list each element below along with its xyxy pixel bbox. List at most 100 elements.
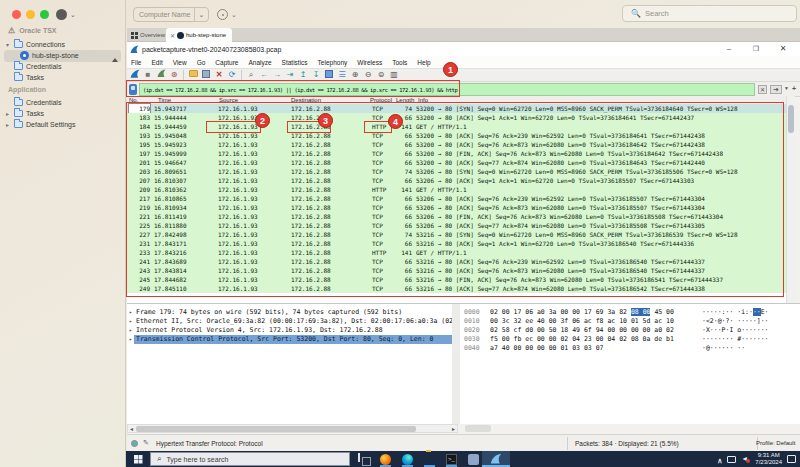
annotation-callout-2: 2 xyxy=(255,113,270,128)
first-packet-icon[interactable]: ↥ xyxy=(298,70,308,80)
detail-line[interactable]: ▸Ethernet II, Src: Oracle_69:3a:82 (00:0… xyxy=(127,317,452,326)
hex-ascii: ·····:·· ·i:···E· xyxy=(702,308,769,317)
status-profile[interactable]: Profile: Default xyxy=(756,440,795,446)
filter-dropdown-icon[interactable]: ▼ xyxy=(784,85,789,91)
back-icon[interactable]: ← xyxy=(259,70,269,80)
tray-expand-icon[interactable]: ∧ xyxy=(717,457,722,464)
sidebar-item-label: Tasks xyxy=(26,74,44,81)
sidebar: ⌄ ⚠ Oracle TSX ▾Connectionshub-step-ston… xyxy=(0,0,126,467)
goto-icon[interactable]: ⇥ xyxy=(285,70,295,80)
edge-icon[interactable] xyxy=(402,454,413,465)
zoom-reset-icon[interactable]: ⊜ xyxy=(376,70,386,80)
annotation-callout-1: 1 xyxy=(443,62,458,77)
expand-arrow-icon[interactable]: ▸ xyxy=(129,317,132,326)
resize-columns-icon[interactable]: ▥ xyxy=(389,70,399,80)
wireshark-taskbar-button[interactable] xyxy=(482,451,510,467)
chevron-right-icon[interactable]: ▸ xyxy=(6,110,11,117)
capture-options-icon[interactable]: ⊛ xyxy=(169,70,179,80)
sidebar-item-credentials[interactable]: Credentials xyxy=(2,97,124,108)
mac-close-button[interactable] xyxy=(12,10,21,19)
sidebar-item-default-settings[interactable]: ▸Default Settings xyxy=(2,119,124,130)
grid-icon[interactable] xyxy=(131,32,134,35)
colorize-icon[interactable]: ☰ xyxy=(337,70,347,80)
sidebar-item-tasks[interactable]: Tasks xyxy=(2,72,124,83)
chevron-down-icon: ⌄ xyxy=(231,11,237,19)
expand-arrow-icon[interactable]: ▸ xyxy=(129,308,132,317)
mac-minimize-button[interactable] xyxy=(26,10,35,19)
hex-offset: 0030 xyxy=(464,335,480,344)
taskbar-search[interactable]: ⌕ Type here to search xyxy=(150,452,350,466)
menu-go[interactable]: Go xyxy=(197,59,206,66)
firefox-icon[interactable] xyxy=(380,454,391,465)
zoom-out-icon[interactable]: ⊖ xyxy=(363,70,373,80)
sidebar-item-tasks[interactable]: ▸Tasks xyxy=(2,108,124,119)
task-view-icon[interactable] xyxy=(358,453,360,462)
menu-analyze[interactable]: Analyze xyxy=(248,59,271,66)
account-icon[interactable] xyxy=(56,9,67,20)
clock[interactable]: 9:31 AM 7/23/2024 xyxy=(755,452,782,466)
action-center-icon[interactable] xyxy=(787,455,796,463)
forward-icon[interactable]: → xyxy=(272,70,282,80)
start-button[interactable] xyxy=(134,455,138,459)
computer-name-select[interactable]: Computer Name ⌄ xyxy=(133,7,209,22)
menu-wireless[interactable]: Wireless xyxy=(357,59,382,66)
reload-icon[interactable]: ⟳ xyxy=(227,70,237,80)
menu-help[interactable]: Help xyxy=(417,59,430,66)
maximize-button[interactable]: ❐ xyxy=(750,43,762,55)
close-file-icon[interactable]: ✕ xyxy=(214,70,224,80)
tab-overview[interactable]: Overview xyxy=(140,28,165,42)
open-file-icon[interactable] xyxy=(188,70,198,80)
detail-line[interactable]: ▸Transmission Control Protocol, Src Port… xyxy=(127,335,452,344)
menu-capture[interactable]: Capture xyxy=(215,59,238,66)
clock-date: 7/23/2024 xyxy=(755,459,782,466)
scroll-right-arrow[interactable]: ▸ xyxy=(452,425,455,433)
detail-line[interactable]: ▸Frame 179: 74 bytes on wire (592 bits),… xyxy=(127,308,452,317)
pane-divider[interactable] xyxy=(452,303,460,424)
close-button[interactable]: ✕ xyxy=(777,43,789,55)
filter-add-button[interactable]: + xyxy=(792,85,796,92)
menu-edit[interactable]: Edit xyxy=(151,59,162,66)
zoom-in-icon[interactable]: ⊕ xyxy=(350,70,360,80)
wireshark-titlebar[interactable]: packetcapture-vtnet0-20240723085803.pcap xyxy=(127,42,800,56)
find-icon[interactable]: ⌕ xyxy=(246,70,256,80)
expand-arrow-icon[interactable]: ▸ xyxy=(129,326,132,335)
save-icon[interactable] xyxy=(201,70,211,81)
session-icon[interactable] xyxy=(217,9,228,20)
menu-statistics[interactable]: Statistics xyxy=(282,59,308,66)
taskbar-search-placeholder: Type here to search xyxy=(166,456,228,463)
expert-info-icon[interactable] xyxy=(131,440,138,447)
details-hscrollbar[interactable]: ◂ ▸ xyxy=(127,424,458,433)
menu-file[interactable]: File xyxy=(131,59,141,66)
close-icon[interactable]: ✕ xyxy=(170,32,175,39)
filter-apply-button[interactable]: ➔ xyxy=(770,85,782,94)
scrollbar-thumb[interactable] xyxy=(136,426,416,432)
remote-desktop-icon[interactable] xyxy=(468,454,479,465)
volume-muted-icon[interactable] xyxy=(741,455,750,463)
mac-zoom-button[interactable] xyxy=(40,10,49,19)
hex-hscrollbar[interactable] xyxy=(465,425,491,432)
detail-line[interactable]: ▸Internet Protocol Version 4, Src: 172.1… xyxy=(127,326,452,335)
chevron-down-icon[interactable]: ▾ xyxy=(6,41,11,48)
sidebar-item-connections[interactable]: ▾Connections xyxy=(2,39,124,50)
tab-hub-step-stone[interactable]: ✕ hub-step-stone xyxy=(166,28,232,42)
sidebar-item-hub-step-stone[interactable]: hub-step-stone xyxy=(2,50,124,61)
search-input[interactable]: 🔍 Search xyxy=(622,5,797,22)
menu-view[interactable]: View xyxy=(173,59,187,66)
autoscroll-icon[interactable] xyxy=(324,70,334,81)
system-tray: ∧ 9:31 AM 7/23/2024 xyxy=(717,451,796,467)
eject-icon[interactable] xyxy=(112,53,118,58)
scroll-left-arrow[interactable]: ◂ xyxy=(130,425,133,433)
sidebar-item-credentials[interactable]: Credentials xyxy=(2,61,124,72)
filter-clear-button[interactable]: ✕ xyxy=(758,85,767,94)
minimize-button[interactable]: – xyxy=(723,43,735,55)
chevron-right-icon[interactable]: ▸ xyxy=(6,121,11,128)
expand-arrow-icon[interactable]: ▸ xyxy=(129,335,132,344)
capture-comment-icon[interactable]: ✎ xyxy=(143,439,149,447)
menu-telephony[interactable]: Telephony xyxy=(318,59,348,66)
scrollbar-thumb[interactable] xyxy=(788,105,794,133)
menu-tools[interactable]: Tools xyxy=(392,59,407,66)
terminal-icon[interactable]: >_ xyxy=(446,454,457,465)
last-packet-icon[interactable]: ↧ xyxy=(311,70,321,80)
network-icon[interactable] xyxy=(727,456,736,463)
stop-icon[interactable]: ■ xyxy=(143,70,153,80)
